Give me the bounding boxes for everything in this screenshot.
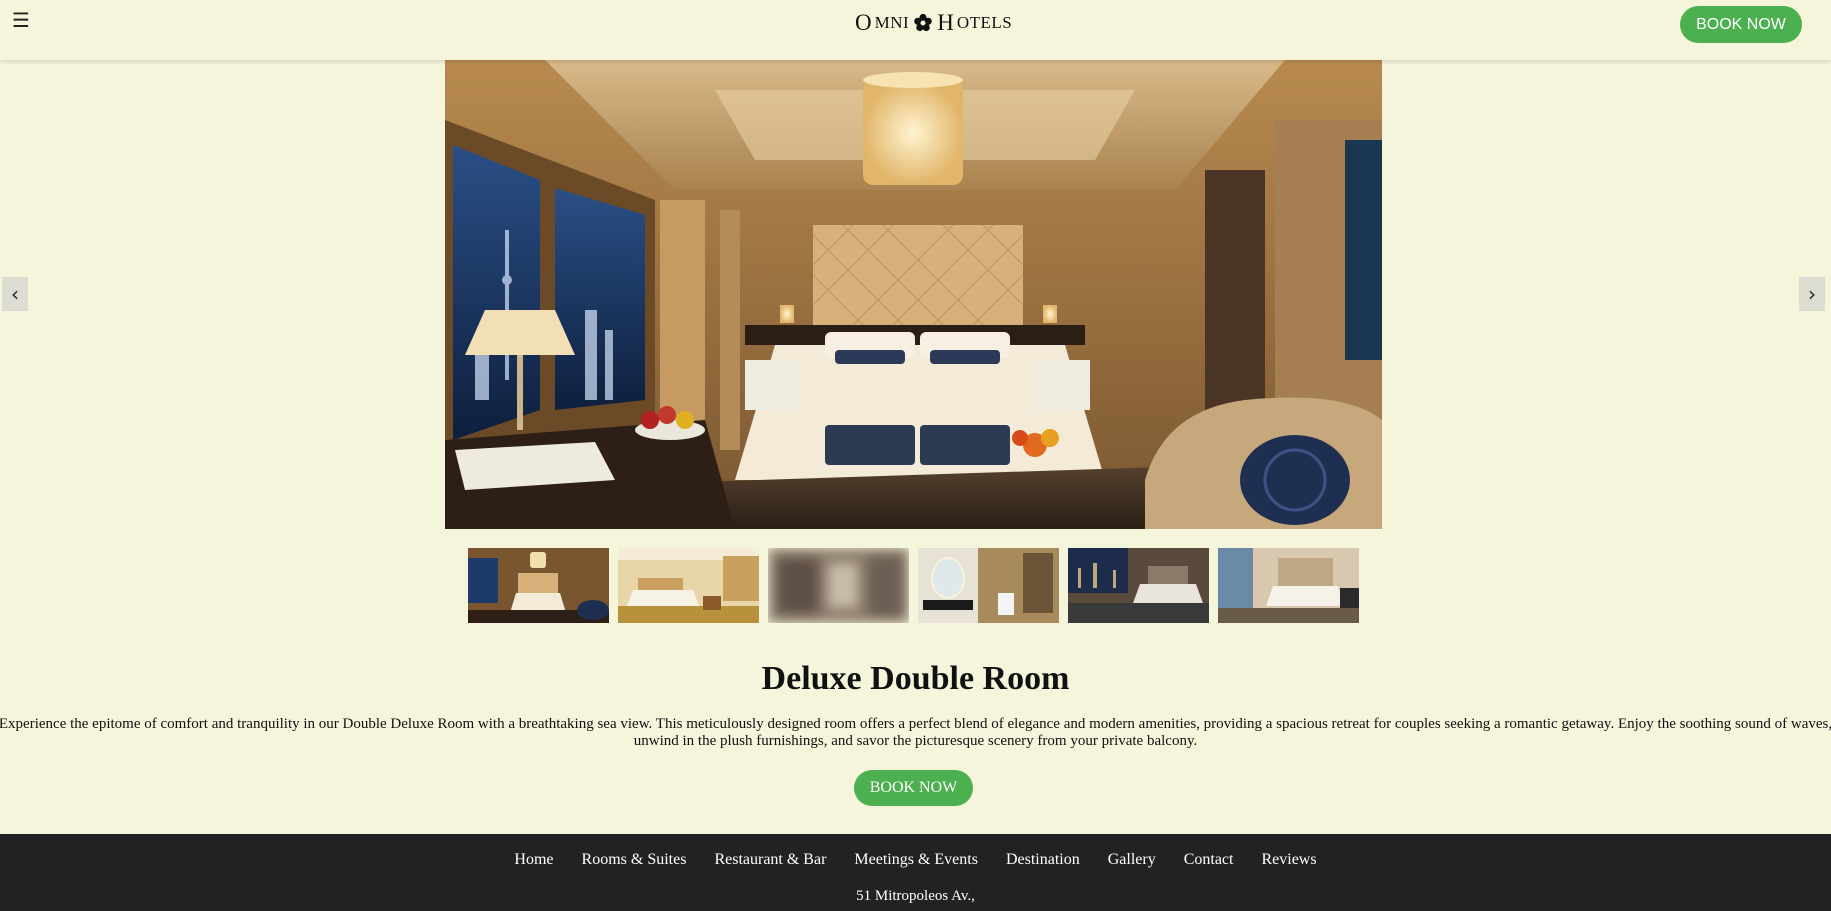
room-title: Deluxe Double Room xyxy=(761,660,1070,697)
footer-link-destination[interactable]: Destination xyxy=(992,850,1094,870)
footer-link-home[interactable]: Home xyxy=(500,850,567,870)
footer-link-contact[interactable]: Contact xyxy=(1170,850,1248,870)
omni-hotels-logo[interactable]: O MNI H OTELS xyxy=(855,10,1012,36)
footer-nav: Home Rooms & Suites Restaurant & Bar Mee… xyxy=(0,850,1831,870)
carousel-prev-button[interactable]: ‹ xyxy=(2,277,28,311)
footer-link-rooms-suites[interactable]: Rooms & Suites xyxy=(568,850,701,870)
logo-text-o: O xyxy=(855,10,872,35)
carousel-main-image xyxy=(445,60,1382,529)
logo-text-otels: OTELS xyxy=(956,13,1013,32)
thumbnail-5[interactable] xyxy=(1068,548,1209,623)
thumbnail-3[interactable] xyxy=(768,548,909,623)
thumbnail-2[interactable] xyxy=(618,548,759,623)
room-book-now-button[interactable]: BOOK NOW xyxy=(854,770,973,806)
carousel-thumbnails xyxy=(468,548,1359,623)
carousel-next-button[interactable]: › xyxy=(1799,277,1825,311)
logo-text-h: H xyxy=(937,10,954,35)
hotel-room-photo xyxy=(445,60,1382,529)
footer-link-restaurant-bar[interactable]: Restaurant & Bar xyxy=(700,850,840,870)
header-book-now-button[interactable]: BOOK NOW xyxy=(1680,6,1802,43)
thumbnail-1[interactable] xyxy=(468,548,609,623)
thumbnail-4-bathroom[interactable] xyxy=(918,548,1059,623)
logo-flower-icon xyxy=(914,13,932,32)
footer-link-meetings-events[interactable]: Meetings & Events xyxy=(840,850,992,870)
site-footer: Home Rooms & Suites Restaurant & Bar Mee… xyxy=(0,834,1831,911)
footer-link-gallery[interactable]: Gallery xyxy=(1094,850,1170,870)
room-description: Experience the epitome of comfort and tr… xyxy=(0,716,1831,749)
thumbnail-6[interactable] xyxy=(1218,548,1359,623)
footer-link-reviews[interactable]: Reviews xyxy=(1247,850,1330,870)
hamburger-menu-icon[interactable]: ☰ xyxy=(12,8,30,32)
site-header: ☰ O MNI H OTELS BOOK NOW xyxy=(0,0,1831,60)
footer-address: 51 Mitropoleos Av., xyxy=(856,888,975,904)
logo-text-mni: MNI xyxy=(874,13,910,32)
